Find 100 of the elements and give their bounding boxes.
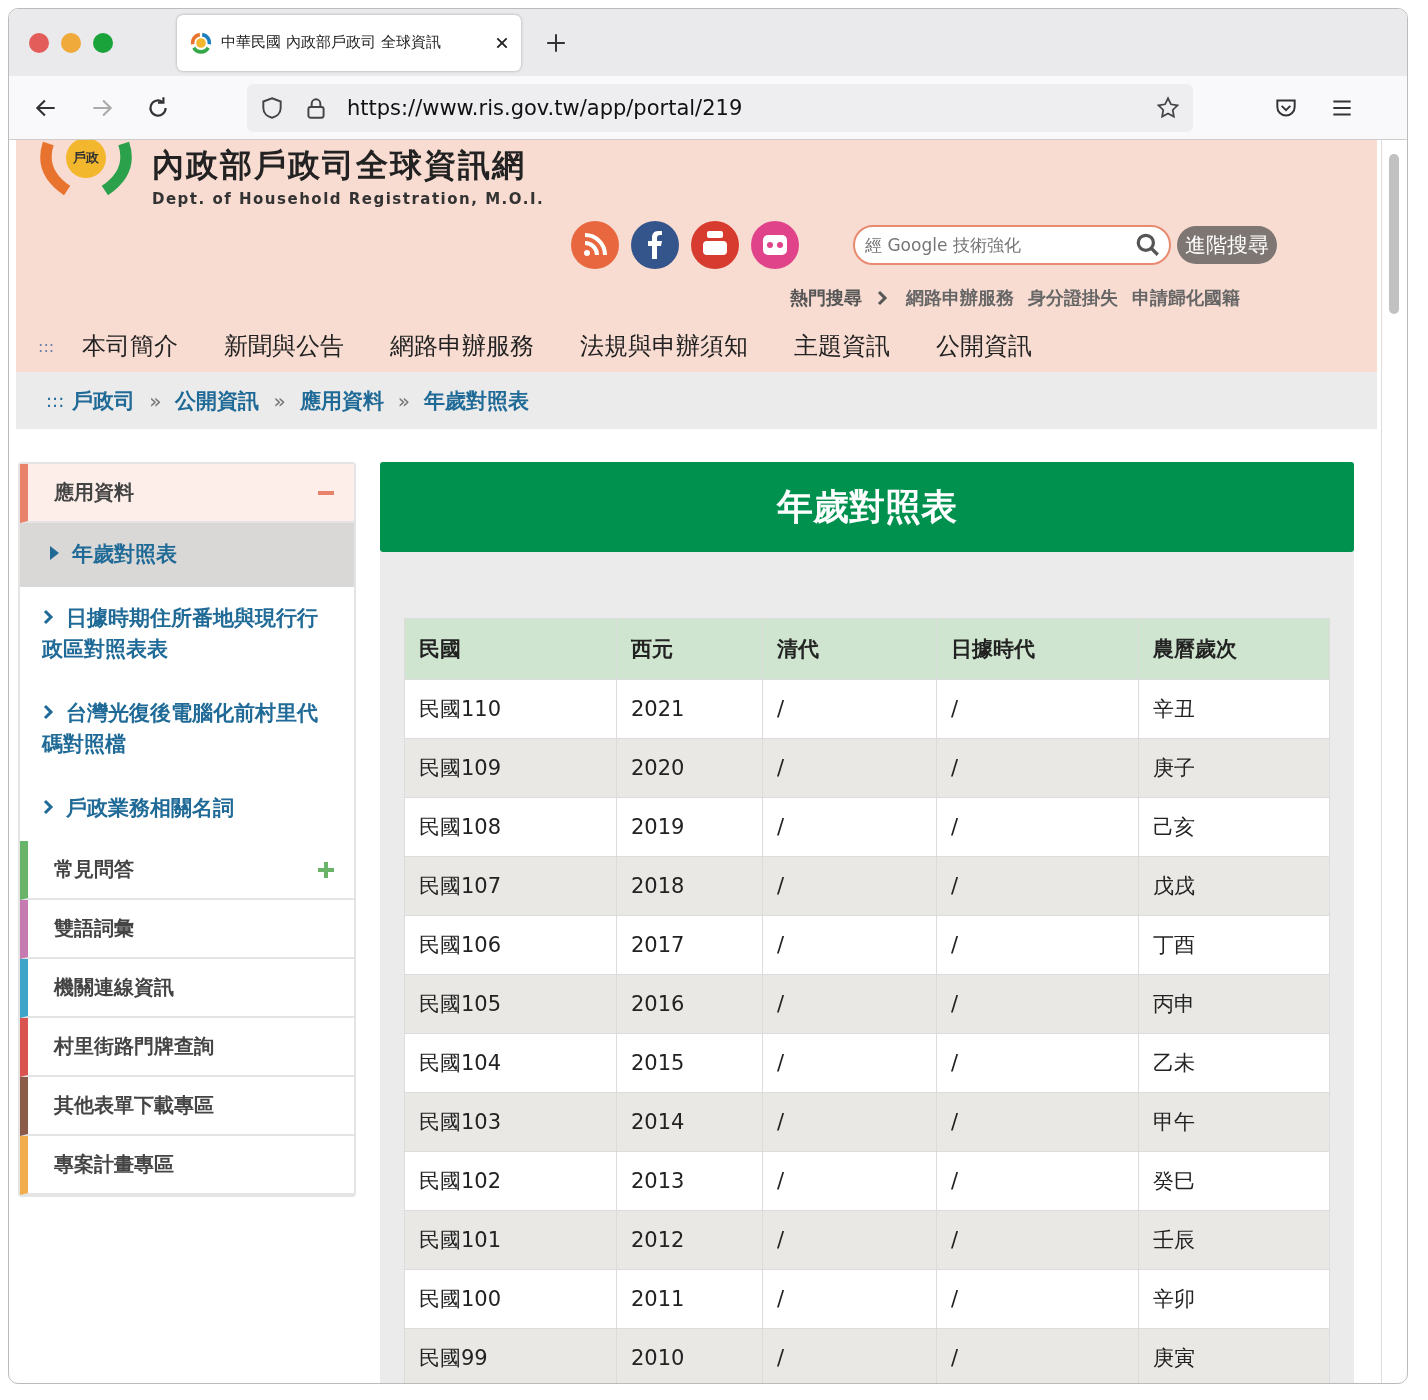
column-header: 清代: [762, 618, 937, 680]
hot-search-link[interactable]: 申請歸化國籍: [1132, 286, 1240, 310]
table-cell: 民國105: [404, 974, 617, 1034]
table-cell: 民國108: [404, 797, 617, 857]
table-cell: /: [936, 856, 1139, 916]
table-cell: /: [762, 1033, 937, 1093]
table-cell: 甲午: [1138, 1092, 1330, 1152]
table-cell: 民國107: [404, 856, 617, 916]
logo-drawing: 戶政: [38, 140, 134, 200]
table-cell: 2018: [616, 856, 763, 916]
table-cell: 癸巳: [1138, 1151, 1330, 1211]
facebook-icon[interactable]: [631, 221, 679, 269]
table-cell: 2012: [616, 1210, 763, 1270]
breadcrumb-link[interactable]: 年歲對照表: [423, 386, 529, 415]
table-cell: 2011: [616, 1269, 763, 1329]
table-cell: /: [762, 1269, 937, 1329]
table-cell: 庚子: [1138, 738, 1330, 798]
rss-icon[interactable]: [571, 221, 619, 269]
table-cell: 2015: [616, 1033, 763, 1093]
table-cell: /: [936, 1151, 1139, 1211]
table-cell: 民國99: [404, 1328, 617, 1383]
flickr-icon[interactable]: [751, 221, 799, 269]
breadcrumb-separator: »: [149, 388, 162, 413]
table-cell: /: [762, 738, 937, 798]
sidebar-section[interactable]: 常見問答: [20, 841, 354, 900]
site-title[interactable]: 內政部戶政司全球資訊網: [152, 144, 545, 188]
search-field[interactable]: 經 Google 技術強化: [853, 225, 1171, 265]
chevron-right-icon: [876, 290, 888, 306]
column-header: 民國: [404, 618, 617, 680]
table-cell: 壬辰: [1138, 1210, 1330, 1270]
table-cell: /: [936, 738, 1139, 798]
advanced-search-button[interactable]: 進階搜尋: [1177, 226, 1277, 264]
table-cell: /: [762, 679, 937, 739]
nav-menu-item[interactable]: 主題資訊: [794, 330, 891, 362]
table-cell: /: [762, 797, 937, 857]
shield-icon[interactable]: [259, 94, 285, 121]
breadcrumb-link[interactable]: 應用資料: [299, 386, 384, 415]
table-cell: 2016: [616, 974, 763, 1034]
table-cell: 己亥: [1138, 797, 1330, 857]
video-icon[interactable]: [691, 221, 739, 269]
browser-tab[interactable]: 中華民國 內政部戶政司 全球資訊: [177, 14, 521, 71]
table-cell: 民國102: [404, 1151, 617, 1211]
table-cell: 民國110: [404, 679, 617, 739]
nav-menu-item[interactable]: 新聞與公告: [224, 330, 345, 362]
nav-menu-item[interactable]: 法規與申辦須知: [580, 330, 749, 362]
table-cell: 辛丑: [1138, 679, 1330, 739]
breadcrumb-separator: »: [397, 388, 410, 413]
site-subtitle: Dept. of Household Registration, M.O.I.: [152, 190, 545, 208]
table-cell: /: [936, 679, 1139, 739]
nav-menu-item[interactable]: 網路申辦服務: [390, 330, 535, 362]
table-cell: 2017: [616, 915, 763, 975]
close-window-icon[interactable]: [29, 32, 49, 53]
nav-menu-item[interactable]: 本司簡介: [82, 330, 179, 362]
table-cell: /: [936, 1269, 1139, 1329]
address-bar[interactable]: https://www.ris.gov.tw/app/portal/219: [247, 83, 1193, 132]
triangle-right-icon: [48, 545, 60, 561]
table-cell: 乙未: [1138, 1033, 1330, 1093]
new-tab-icon[interactable]: [545, 31, 567, 54]
search-icon[interactable]: [1135, 232, 1161, 258]
star-icon[interactable]: [1155, 94, 1181, 121]
nav-menu-item[interactable]: 公開資訊: [936, 330, 1033, 362]
hot-search-link[interactable]: 網路申辦服務: [906, 286, 1014, 310]
table-cell: /: [936, 797, 1139, 857]
hot-search-link[interactable]: 身分證掛失: [1028, 286, 1118, 310]
table-cell: 民國100: [404, 1269, 617, 1329]
hot-search-label: 熱門搜尋: [790, 286, 862, 310]
tab-title: 中華民國 內政部戶政司 全球資訊: [221, 33, 442, 52]
table-cell: 2014: [616, 1092, 763, 1152]
table-cell: /: [936, 1033, 1139, 1093]
sidebar-link[interactable]: 台灣光復後電腦化前村里代碼對照檔: [20, 682, 354, 777]
page-title: 年歲對照表: [777, 484, 957, 529]
accesskey-marker[interactable]: :::: [46, 390, 65, 411]
table-cell: /: [936, 915, 1139, 975]
table-cell: 民國106: [404, 915, 617, 975]
sidebar-link[interactable]: 年歲對照表: [20, 523, 354, 587]
sidebar-section[interactable]: 雙語詞彙: [20, 900, 354, 959]
sidebar-link[interactable]: 戶政業務相關名詞: [20, 777, 354, 841]
table-cell: /: [762, 1151, 937, 1211]
table-cell: /: [762, 1210, 937, 1270]
table-cell: /: [936, 1092, 1139, 1152]
sidebar-section[interactable]: 其他表單下載專區: [20, 1077, 354, 1136]
table-cell: /: [762, 915, 937, 975]
table-cell: /: [936, 974, 1139, 1034]
close-icon[interactable]: [495, 35, 509, 50]
breadcrumb-separator: »: [273, 388, 286, 413]
breadcrumb-link[interactable]: 公開資訊: [175, 386, 260, 415]
breadcrumb-link[interactable]: 戶政司: [72, 386, 136, 415]
table-cell: /: [762, 1092, 937, 1152]
table-cell: /: [936, 1210, 1139, 1270]
zoom-window-icon[interactable]: [93, 32, 113, 53]
sidebar-section[interactable]: 機關連線資訊: [20, 959, 354, 1018]
table-cell: 2013: [616, 1151, 763, 1211]
sidebar-section[interactable]: 專案計畫專區: [20, 1136, 354, 1195]
chevron-right-icon: [42, 799, 54, 815]
column-header: 農曆歲次: [1138, 618, 1330, 680]
sidebar-section[interactable]: 村里街路門牌查詢: [20, 1018, 354, 1077]
table-cell: 民國104: [404, 1033, 617, 1093]
sidebar-section[interactable]: 應用資料: [20, 464, 354, 523]
url-text: https://www.ris.gov.tw/app/portal/219: [347, 95, 744, 120]
sidebar-link[interactable]: 日據時期住所番地與現行行政區對照表表: [20, 587, 354, 682]
